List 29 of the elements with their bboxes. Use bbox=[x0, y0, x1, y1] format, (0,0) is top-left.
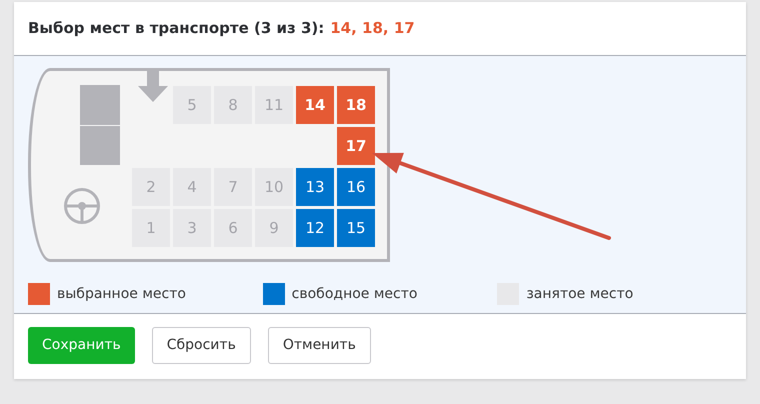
seat[interactable]: 5 bbox=[173, 86, 211, 124]
action-button[interactable]: Сбросить bbox=[152, 327, 251, 364]
seat[interactable]: 14 bbox=[296, 86, 334, 124]
seat[interactable]: 18 bbox=[337, 86, 375, 124]
selected-seats-list: 14, 18, 17 bbox=[330, 17, 415, 40]
seat[interactable]: 15 bbox=[337, 209, 375, 247]
seat[interactable]: 12 bbox=[296, 209, 334, 247]
legend-label: свободное место bbox=[292, 284, 418, 304]
seat[interactable]: 10 bbox=[255, 168, 293, 206]
seat[interactable]: 8 bbox=[214, 86, 252, 124]
seat[interactable]: 17 bbox=[337, 127, 375, 165]
seat[interactable]: 16 bbox=[337, 168, 375, 206]
seat[interactable]: 11 bbox=[255, 86, 293, 124]
dialog-title: Выбор мест в транспорте (3 из 3): bbox=[28, 18, 324, 40]
seat[interactable]: 7 bbox=[214, 168, 252, 206]
seat[interactable]: 3 bbox=[173, 209, 211, 247]
seat[interactable]: 2 bbox=[132, 168, 170, 206]
save-button[interactable]: Сохранить bbox=[28, 327, 135, 364]
seat[interactable]: 4 bbox=[173, 168, 211, 206]
cabin-block bbox=[80, 85, 120, 125]
legend-label: выбранное место bbox=[57, 284, 186, 304]
steering-wheel-icon bbox=[63, 187, 101, 225]
action-button[interactable]: Отменить bbox=[268, 327, 371, 364]
cabin-block bbox=[80, 126, 120, 165]
seat[interactable]: 6 bbox=[214, 209, 252, 247]
seat[interactable]: 1 bbox=[132, 209, 170, 247]
legend-label: занятое место bbox=[526, 284, 634, 304]
seat[interactable]: 13 bbox=[296, 168, 334, 206]
seat[interactable]: 9 bbox=[255, 209, 293, 247]
